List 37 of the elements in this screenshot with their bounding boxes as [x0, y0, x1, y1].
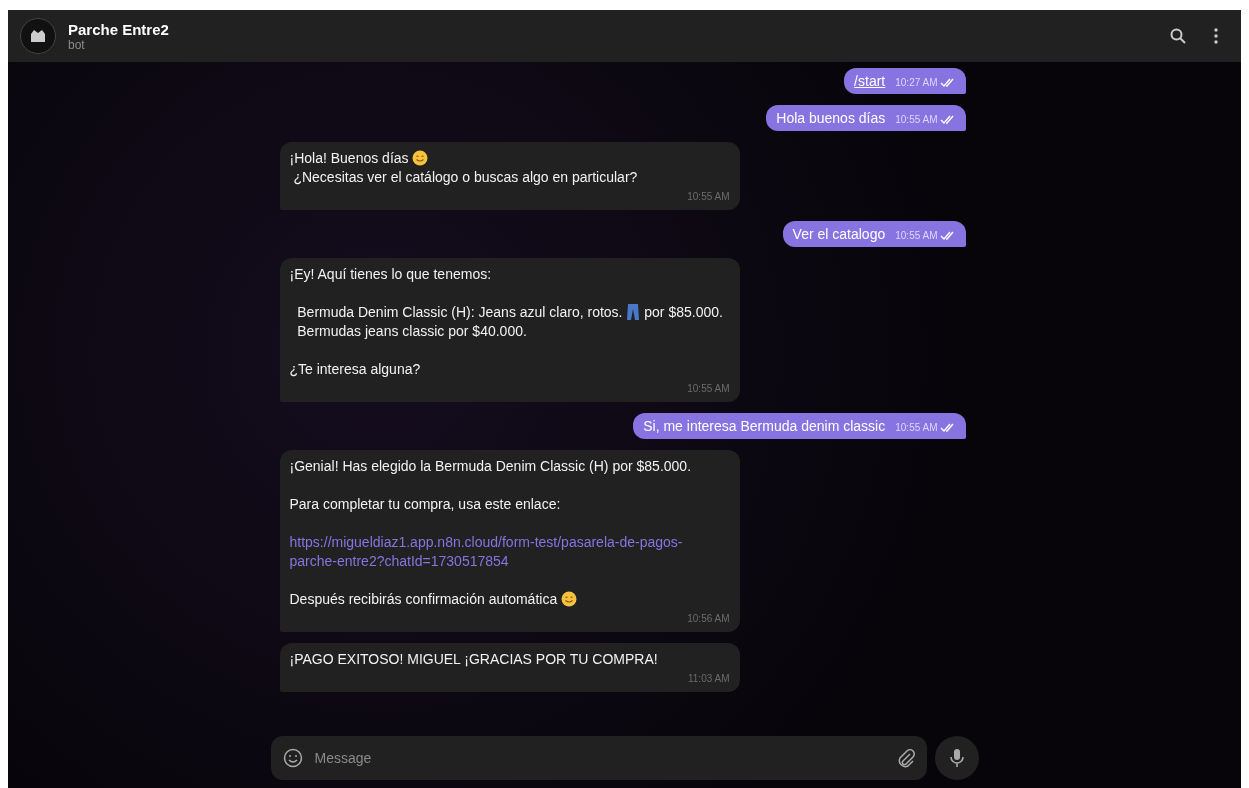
smiley-icon	[412, 150, 429, 166]
message-time: 10:56 AM	[687, 612, 730, 626]
composer-bar[interactable]: Message	[270, 736, 927, 780]
message-time: 10:55 AM	[895, 230, 956, 241]
message-text: Si, me interesa Bermuda denim classic	[643, 418, 886, 434]
message-text: Ver el catalogo	[792, 226, 886, 242]
message-time: 10:55 AM	[687, 190, 730, 204]
message-text: por $85.000.	[643, 303, 723, 322]
message-text: Hola buenos días	[776, 110, 886, 126]
message-text: ¡Ey! Aquí tienes lo que tenemos:	[289, 265, 492, 284]
microphone-button[interactable]	[934, 736, 979, 780]
message-text: ¡PAGO EXITOSO! MIGUEL ¡GRACIAS POR TU COMPRA!	[289, 650, 658, 669]
message-text: Bermuda Denim Classic (H): Jeans azul claro, rotos.	[296, 303, 624, 322]
attach-icon[interactable]	[896, 748, 915, 768]
message-text: Bermudas jeans classic por $40.000.	[296, 322, 527, 341]
microphone-icon	[947, 748, 966, 768]
emoji-icon[interactable]	[282, 748, 303, 768]
chat-subtitle: bot	[68, 37, 86, 52]
message-text: ¡Genial! Has elegido la Bermuda Denim Classic (H) por $85.000.	[289, 457, 691, 476]
message-text: Para completar tu compra, usa este enlace:	[289, 495, 561, 514]
chat-title: Parche Entre2	[68, 20, 170, 38]
message-time: 10:55 AM	[687, 382, 730, 396]
message-text: ¿Te interesa alguna?	[289, 360, 421, 379]
message-time: 10:55 AM	[895, 114, 956, 125]
search-icon[interactable]	[1169, 27, 1187, 45]
command-link[interactable]: /start	[854, 73, 886, 89]
message-time: 10:27 AM	[895, 77, 956, 88]
payment-link[interactable]: https://migueldiaz1.app.n8n.cloud/form-test/pasarela-de-pagos-parche-entre2?chatId=1730517854	[289, 533, 730, 571]
message-input[interactable]: Message	[312, 749, 887, 767]
message-time: 10:55 AM	[895, 422, 956, 433]
message-text: Después recibirás confirmación automática	[289, 590, 559, 609]
smiley-icon	[561, 591, 578, 607]
message-text: ¿Necesitas ver el catálogo o buscas algo en particular?	[292, 168, 638, 187]
bot-avatar[interactable]	[20, 18, 56, 54]
message-time: 11:03 AM	[688, 672, 730, 686]
message-text: ¡Hola! Buenos días	[289, 149, 410, 168]
jeans-icon	[626, 303, 641, 321]
